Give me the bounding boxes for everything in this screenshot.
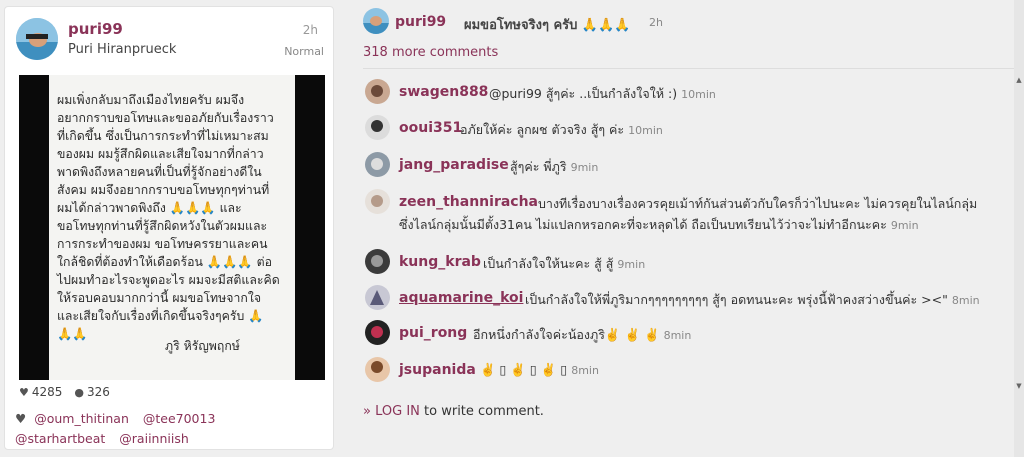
letter-paper: ผมเพิ่งกลับมาถึงเมืองไทยครับ ผมจึงอยากกร… [49, 75, 295, 380]
comment-time: 9min [617, 258, 646, 271]
comment-text-continued: ซึ่งไลน์กลุ่มนั้นมีตั้ง31คน ไม่แปลกหรอกค… [399, 217, 919, 232]
comment-time: 8min [663, 329, 692, 342]
avatar[interactable] [365, 79, 390, 104]
post-card: puri99 Puri Hiranprueck 2h Normal ผมเพิ่… [4, 6, 334, 450]
letter-line: พาดพิงถึงหลายคนที่เป็นที่รู้จักอย่างดีใน [57, 165, 262, 179]
heart-icon: ♥ [15, 411, 27, 426]
letter-line: การกระทำของผม ขอโทษครรยาและคน [57, 237, 268, 251]
letter-line: อยากกราบขอโทษและขออภัยกับเรื่องราว [57, 111, 274, 125]
post-header: puri99 Puri Hiranprueck 2h Normal [14, 15, 324, 65]
comment-text: ✌️ ▯ ✌️ ▯ ✌️ ▯ 8min [480, 362, 599, 377]
avatar[interactable] [365, 152, 390, 177]
caption-row: puri99 ผมขอโทษจริงๆ ครับ 🙏🙏🙏 2h [363, 8, 1023, 38]
comment-time: 10min [681, 88, 716, 101]
likers-list: ♥ @oum_thitinan @tee70013 @starhartbeat … [15, 409, 331, 449]
comment-username[interactable]: jsupanida [399, 362, 476, 378]
letter-line: ไปผมทำอะไรจะพูดอะไร ผมจะมีสติและคิด [57, 273, 280, 287]
comment-text: บางทีเรื่องบางเรื่องควรคุยเม้าท์กันส่วนต… [538, 196, 978, 211]
post-filter: Normal [284, 45, 324, 58]
post-stats: ♥ 4285 ● 326 [19, 385, 110, 399]
comment-item: ooui351 อภัยให้ค่ะ ลูกผช ตัวจริง สู้ๆ ค่… [363, 115, 1023, 141]
comment-text: เป็นกำลังใจให้พี่ภูริมากๆๆๆๆๆๆๆๆๆ สู้ๆ อ… [525, 292, 980, 307]
letter-line: ผมเพิ่งกลับมาถึงเมืองไทยครับ ผมจึง [57, 93, 245, 107]
avatar[interactable] [365, 357, 390, 382]
comments-panel: puri99 ผมขอโทษจริงๆ ครับ 🙏🙏🙏 2h 318 more… [363, 0, 1024, 457]
letter-text: ผมเพิ่งกลับมาถึงเมืองไทยครับ ผมจึงอยากกร… [57, 91, 289, 343]
comment-icon: ● [74, 386, 85, 399]
letter-line: ขอโทษทุกท่านที่รู้สึกผิดหวังในตัวผมและ [57, 219, 268, 233]
comment-item: pui_rong อีกหนึ่งกำลังใจค่ะน้องภูริ✌️ ✌️… [363, 320, 1023, 346]
comment-text: เป็นกำลังใจให้นะคะ สู้ สู้ 9min [483, 256, 646, 271]
liker-link[interactable]: @raiinniish [119, 431, 188, 446]
comment-item: jsupanida ✌️ ▯ ✌️ ▯ ✌️ ▯ 8min [363, 357, 1023, 383]
comment-username[interactable]: zeen_thanniracha [399, 194, 538, 210]
comment-username[interactable]: kung_krab [399, 254, 481, 270]
comment-item: jang_paradise สู้ๆค่ะ พี่ภูริ 9min [363, 152, 1023, 178]
comment-text: อีกหนึ่งกำลังใจค่ะน้องภูริ✌️ ✌️ ✌️ 8min [473, 327, 692, 342]
post-photo[interactable]: ผมเพิ่งกลับมาถึงเมืองไทยครับ ผมจึงอยากกร… [19, 75, 325, 380]
comment-item: aquamarine_koi เป็นกำลังใจให้พี่ภูริมากๆ… [363, 285, 1023, 311]
letter-line: ของผม ผมรู้สึกผิดและเสียใจมากที่กล่าว [57, 147, 264, 161]
liker-link[interactable]: @tee70013 [143, 411, 216, 426]
comment-username[interactable]: ooui351 [399, 120, 462, 136]
comment-time: 8min [951, 294, 980, 307]
avatar[interactable] [365, 249, 390, 274]
liker-link[interactable]: @oum_thitinan [34, 411, 129, 426]
post-username[interactable]: puri99 [68, 20, 123, 38]
scrollbar[interactable]: ▲ ▼ [1014, 0, 1024, 457]
caption-time: 2h [649, 16, 663, 29]
avatar[interactable] [365, 189, 390, 214]
avatar[interactable] [365, 320, 390, 345]
comments-list: swagen888 @puri99 สู้ๆค่ะ ..เป็นกำลังใจใ… [363, 68, 1023, 398]
comment-username[interactable]: pui_rong [399, 325, 467, 341]
letter-line: ผมได้กล่าวพาดพิงถึง 🙏🙏🙏 และ [57, 201, 242, 215]
comment-time: 9min [890, 219, 919, 232]
login-prompt: » LOG IN to write comment. [363, 404, 544, 419]
avatar[interactable] [363, 8, 389, 34]
avatar[interactable] [365, 285, 390, 310]
letter-line: ให้รอบคอบมากกว่านี้ ผมขอโทษจากใจ [57, 291, 262, 305]
liker-link[interactable]: @starhartbeat [15, 431, 105, 446]
heart-icon: ♥ [19, 386, 29, 399]
comment-username[interactable]: jang_paradise [399, 157, 509, 173]
comment-item: kung_krab เป็นกำลังใจให้นะคะ สู้ สู้ 9min [363, 249, 1023, 275]
comment-time: 9min [570, 161, 599, 174]
letter-line: สังคม ผมจึงอยากกราบขอโทษทุกๆท่านที่ [57, 183, 270, 197]
comment-username[interactable]: swagen888 [399, 84, 488, 100]
scroll-up-icon[interactable]: ▲ [1015, 76, 1023, 84]
avatar[interactable] [365, 115, 390, 140]
comment-time: 10min [628, 124, 663, 137]
post-fullname: Puri Hiranprueck [68, 42, 177, 57]
letter-line: ที่เกิดขึ้น ซึ่งเป็นการกระทำที่ไม่เหมาะส… [57, 129, 269, 143]
comment-time: 8min [571, 364, 599, 377]
scroll-down-icon[interactable]: ▼ [1015, 382, 1023, 390]
caption-text: ผมขอโทษจริงๆ ครับ 🙏🙏🙏 [464, 18, 631, 33]
caption-username[interactable]: puri99 [395, 14, 446, 30]
comments-count: ● 326 [74, 385, 110, 399]
comment-item: swagen888 @puri99 สู้ๆค่ะ ..เป็นกำลังใจใ… [363, 79, 1023, 105]
comment-text: @puri99 สู้ๆค่ะ ..เป็นกำลังใจให้ :) 10min [489, 86, 716, 101]
comment-text: อภัยให้ค่ะ ลูกผช ตัวจริง สู้ๆ ค่ะ 10min [460, 122, 663, 137]
avatar[interactable] [16, 18, 58, 60]
letter-line: ใกล้ชิดที่ต้องทำให้เดือดร้อน 🙏🙏🙏 ต่อ [57, 255, 272, 269]
login-prompt-text: to write comment. [424, 404, 544, 419]
login-link[interactable]: LOG IN [375, 404, 420, 419]
comment-username[interactable]: aquamarine_koi [399, 290, 523, 306]
post-time: 2h [302, 23, 318, 37]
likes-count: ♥ 4285 [19, 385, 63, 399]
letter-signature: ภูริ หิรัญพฤกษ์ [165, 339, 240, 353]
arrow-icon: » [363, 404, 371, 419]
comment-item: zeen_thanniracha บางทีเรื่องบางเรื่องควร… [363, 189, 1023, 235]
comment-text: สู้ๆค่ะ พี่ภูริ 9min [510, 159, 599, 174]
letter-line: และเสียใจกับเรื่องที่เกิดขึ้นจริงๆครับ 🙏 [57, 309, 264, 323]
more-comments-link[interactable]: 318 more comments [363, 45, 498, 60]
